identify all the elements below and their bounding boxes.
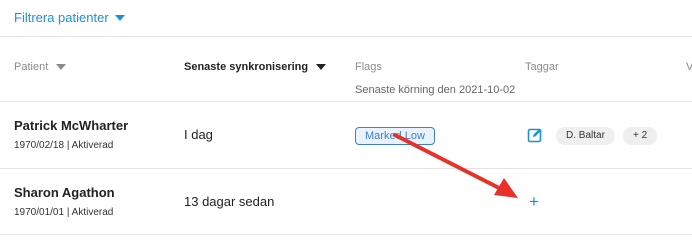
annotation-arrow xyxy=(393,133,518,198)
